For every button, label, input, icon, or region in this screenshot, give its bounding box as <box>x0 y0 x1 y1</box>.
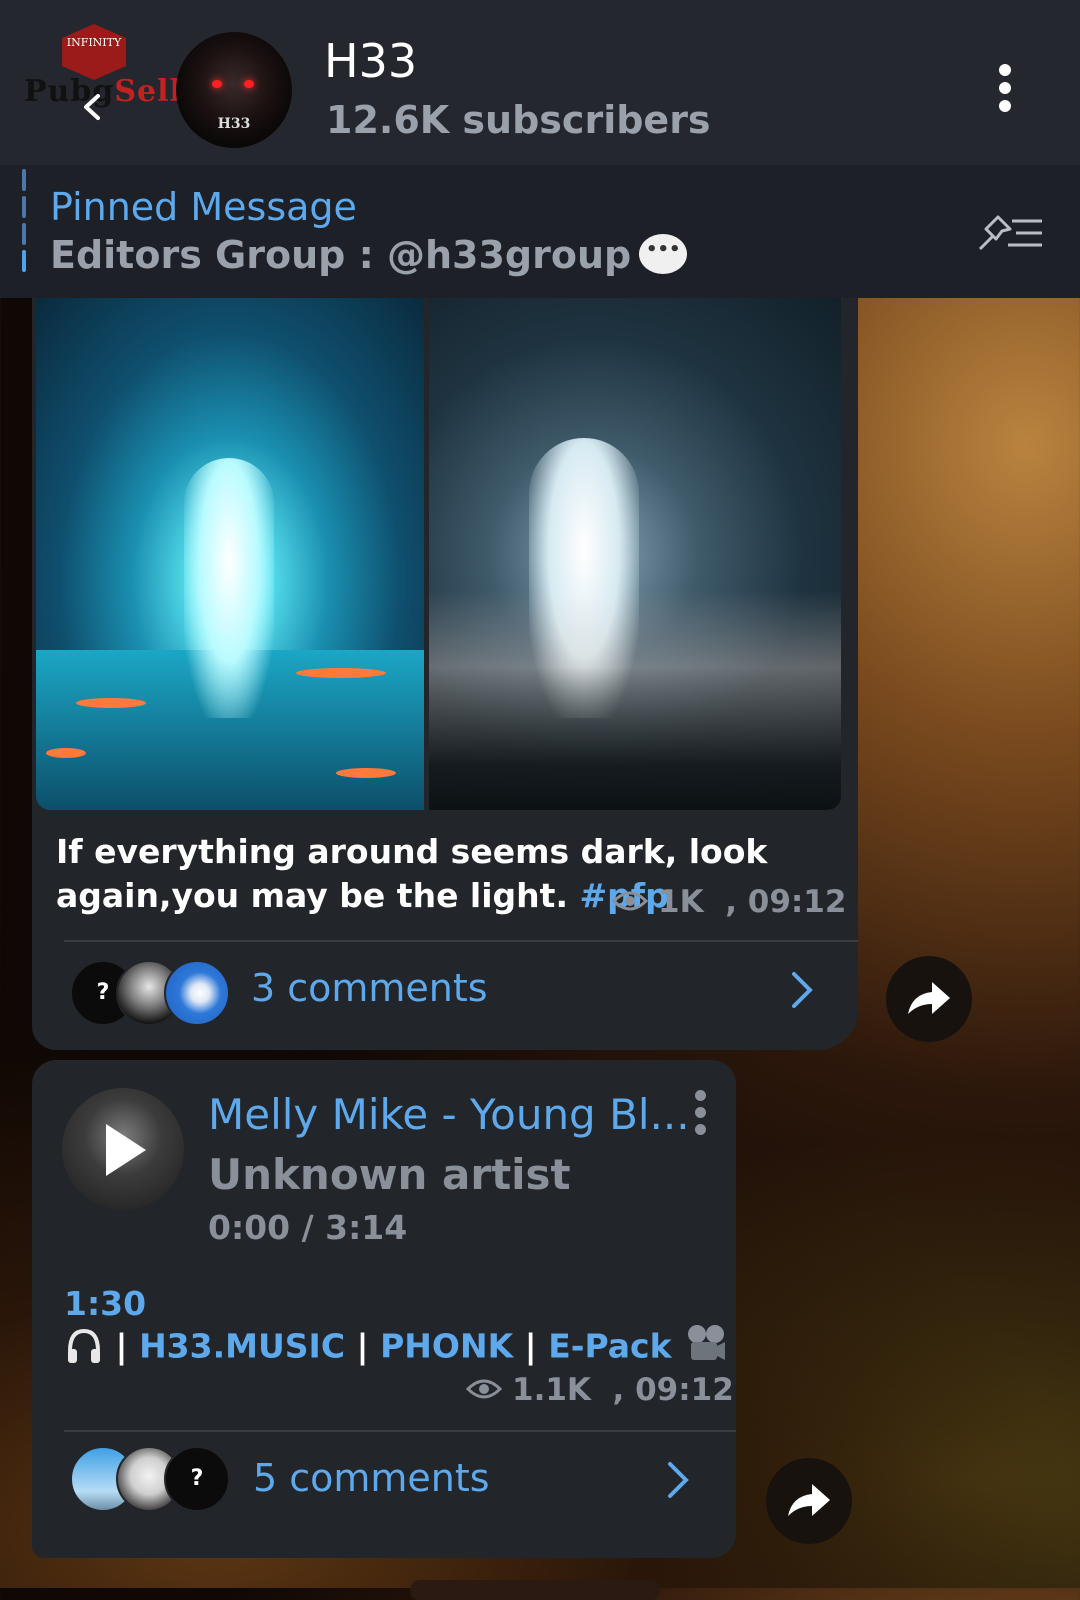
channel-post-photos: If everything around seems dark, look ag… <box>32 298 858 1050</box>
channel-post-audio: Melly Mike - Young Bl... Unknown artist … <box>32 1060 736 1558</box>
logo-badge-text: INFINITY <box>66 36 122 49</box>
audio-artist: Unknown artist <box>208 1150 571 1199</box>
chat-header: INFINITY PubgSell H33 H33 12.6K subscrib… <box>0 0 1080 165</box>
commenter-avatars: ? <box>70 1446 240 1512</box>
photo-glowing-figure-grass[interactable] <box>429 298 841 810</box>
audio-more-icon[interactable] <box>692 1090 708 1140</box>
more-menu-icon[interactable] <box>990 64 1020 114</box>
comments-count-link[interactable]: 3 comments <box>251 966 488 1010</box>
channel-title[interactable]: H33 <box>324 34 417 88</box>
back-arrow-icon <box>84 94 100 120</box>
shield-icon <box>164 960 230 1026</box>
chevron-right-icon[interactable] <box>664 1460 692 1500</box>
view-count: 1.1K <box>512 1372 591 1408</box>
post-meta: 1K , 09:12 <box>612 884 846 920</box>
speech-bubble-icon: ••• <box>639 233 688 274</box>
headphones-icon <box>68 1328 100 1363</box>
logo-text-b: Sell <box>114 74 182 109</box>
channel-avatar[interactable]: H33 <box>176 32 292 148</box>
post-time: , 09:12 <box>612 1372 734 1408</box>
pinned-text-value: Editors Group : @h33group <box>50 233 632 277</box>
pubg-logo-badge: INFINITY <box>62 24 126 80</box>
pinned-indicator <box>22 169 26 273</box>
share-arrow-icon <box>788 1484 830 1516</box>
avatar: ? <box>164 1446 230 1512</box>
share-button[interactable] <box>886 956 972 1042</box>
avatar-tag: H33 <box>217 116 251 132</box>
subscriber-count: 12.6K subscribers <box>326 98 711 142</box>
tag-link-h33-music[interactable]: H33.MUSIC <box>139 1327 345 1366</box>
avatar-eye-left <box>212 80 222 88</box>
tag-separator: | <box>524 1326 537 1366</box>
avatar-eye-right <box>244 80 254 88</box>
tag-separator: | <box>356 1326 369 1366</box>
audio-duration: 0:00 / 3:14 <box>208 1208 408 1247</box>
timestamp-link[interactable]: 1:30 <box>64 1284 146 1323</box>
share-arrow-icon <box>908 982 950 1014</box>
views-eye-icon <box>612 891 648 910</box>
comments-divider <box>64 1430 736 1432</box>
chevron-right-icon[interactable] <box>788 970 816 1010</box>
pinned-list-icon[interactable] <box>976 209 1046 253</box>
film-projector-icon <box>688 1325 726 1360</box>
audio-play-button[interactable] <box>62 1088 184 1210</box>
view-count: 1K <box>658 884 704 920</box>
comments-divider <box>64 940 858 942</box>
play-icon <box>106 1124 146 1176</box>
commenter-avatars: ? <box>70 960 240 1026</box>
back-button[interactable]: INFINITY PubgSell <box>24 22 181 132</box>
post-meta: 1.1K , 09:12 <box>466 1372 734 1408</box>
views-eye-icon <box>466 1379 502 1398</box>
tag-link-e-pack[interactable]: E-Pack <box>548 1327 671 1366</box>
pinned-message-bar[interactable]: Pinned Message Editors Group : @h33group… <box>0 165 1080 298</box>
tag-link-phonk[interactable]: PHONK <box>380 1327 513 1366</box>
tags-line: | H33.MUSIC | PHONK | E-Pack <box>64 1325 727 1370</box>
pinned-text: Editors Group : @h33group ••• <box>50 233 688 278</box>
audio-title: Melly Mike - Young Bl... <box>208 1090 690 1139</box>
share-button[interactable] <box>766 1458 852 1544</box>
pinned-label: Pinned Message <box>50 185 357 229</box>
tag-separator: | <box>115 1326 128 1366</box>
post-time: , 09:12 <box>725 884 847 920</box>
comments-count-link[interactable]: 5 comments <box>253 1456 490 1500</box>
photo-glowing-figure-water[interactable] <box>36 298 424 810</box>
next-message-edge <box>410 1580 660 1600</box>
